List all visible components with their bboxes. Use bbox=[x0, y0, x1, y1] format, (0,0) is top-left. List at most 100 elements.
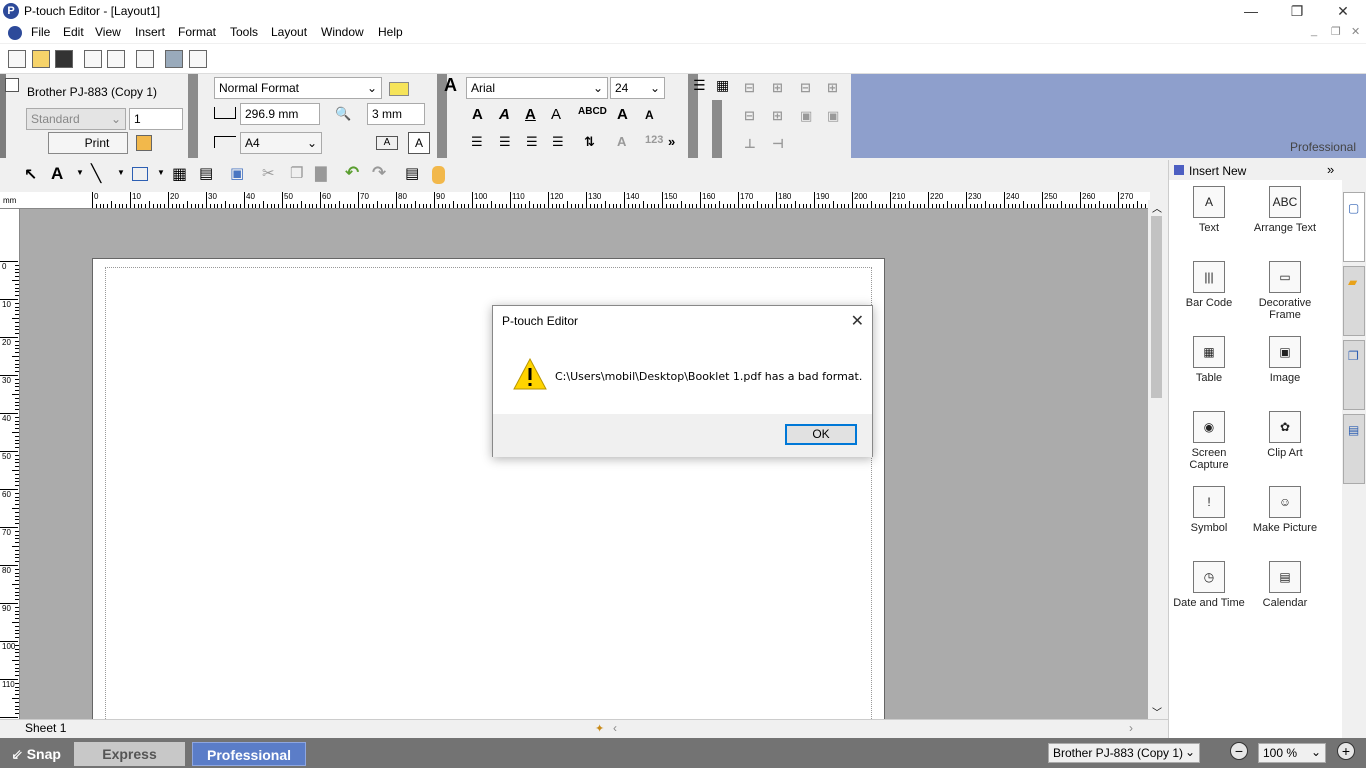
menu-window[interactable]: Window bbox=[321, 25, 364, 39]
align-icon-10[interactable]: ⊣ bbox=[772, 136, 784, 152]
insert-item-screen-capture[interactable]: ◉ Screen Capture bbox=[1171, 411, 1247, 471]
express-mode-button[interactable]: Express bbox=[74, 742, 185, 766]
scroll-thumb[interactable] bbox=[1151, 216, 1162, 398]
zoom-out-icon[interactable]: − bbox=[1230, 742, 1248, 760]
insert-item-table[interactable]: ▦ Table bbox=[1171, 336, 1247, 384]
align-icon-9[interactable]: ⊥ bbox=[744, 136, 756, 152]
close-button[interactable]: ✕ bbox=[1320, 0, 1366, 23]
quality-select[interactable]: Standard ⌄ bbox=[26, 108, 126, 130]
copy-icon[interactable]: ❐ bbox=[290, 164, 303, 182]
rectangle-tool-icon[interactable] bbox=[132, 167, 148, 181]
align-icon-6[interactable]: ⊞ bbox=[772, 108, 783, 124]
vertical-text-icon[interactable]: A bbox=[408, 132, 430, 154]
save-icon[interactable] bbox=[55, 50, 73, 68]
format-select[interactable]: Normal Format ⌄ bbox=[214, 77, 382, 99]
character-spacing-icon[interactable]: ABCD bbox=[578, 106, 607, 117]
insert-item-clip-art[interactable]: ✿ Clip Art bbox=[1247, 411, 1323, 459]
margin-field[interactable]: 3 mm bbox=[367, 103, 425, 125]
align-icon-3[interactable]: ⊟ bbox=[800, 80, 811, 96]
insert-item-image[interactable]: ▣ Image bbox=[1247, 336, 1323, 384]
text-tool-icon[interactable]: A bbox=[51, 164, 63, 184]
transfer-icon[interactable] bbox=[189, 50, 207, 68]
layout-align-icon[interactable]: ▦ bbox=[716, 77, 729, 94]
minimize-button[interactable]: — bbox=[1228, 0, 1274, 23]
insert-item-date-and-time[interactable]: ◷ Date and Time bbox=[1171, 561, 1247, 609]
copies-field[interactable]: 1 bbox=[129, 108, 183, 130]
menu-tools[interactable]: Tools bbox=[230, 25, 258, 39]
align-icon-4[interactable]: ⊞ bbox=[827, 80, 838, 96]
cut-icon[interactable]: ✂ bbox=[262, 164, 275, 182]
paper-size-select[interactable]: A4 ⌄ bbox=[240, 132, 322, 154]
insert-item-calendar[interactable]: ▤ Calendar bbox=[1247, 561, 1323, 609]
underline-icon[interactable]: A bbox=[525, 106, 536, 123]
image-tool-icon[interactable]: ▣ bbox=[230, 164, 244, 182]
outline-icon[interactable]: A bbox=[551, 106, 561, 123]
mdi-restore-icon[interactable]: ❐ bbox=[1331, 25, 1341, 38]
paste-icon[interactable]: ▇ bbox=[315, 164, 327, 182]
label-color-icon[interactable] bbox=[389, 82, 409, 96]
dialog-close-button[interactable]: ✕ bbox=[851, 311, 864, 331]
line-tool-icon[interactable]: ╲ bbox=[91, 164, 101, 184]
scroll-up-icon[interactable]: ︿ bbox=[1152, 200, 1162, 215]
align-right-icon[interactable]: ☰ bbox=[526, 134, 538, 150]
align-icon-1[interactable]: ⊟ bbox=[744, 80, 755, 96]
shrink-font-icon[interactable]: A bbox=[645, 108, 654, 122]
menu-edit[interactable]: Edit bbox=[63, 25, 84, 39]
font-select[interactable]: Arial ⌄ bbox=[466, 77, 608, 99]
mdi-close-icon[interactable]: ✕ bbox=[1351, 25, 1360, 38]
insert-item-make-picture[interactable]: ☺ Make Picture bbox=[1247, 486, 1323, 534]
scroll-left-icon[interactable]: ‹ bbox=[613, 721, 617, 735]
new-sheet-icon[interactable]: ✦ bbox=[595, 722, 604, 735]
text-rotate-icon[interactable]: A bbox=[617, 134, 626, 149]
align-center-icon[interactable]: ☰ bbox=[499, 134, 511, 150]
vertical-align-icon[interactable]: ⇅ bbox=[584, 134, 595, 150]
align-icon-2[interactable]: ⊞ bbox=[772, 80, 783, 96]
new-layout-icon[interactable] bbox=[8, 50, 26, 68]
database-icon[interactable] bbox=[165, 50, 183, 68]
collapse-panel-icon[interactable]: » bbox=[1327, 162, 1334, 177]
length-field[interactable]: 296.9 mm bbox=[240, 103, 320, 125]
auto-length-icon[interactable]: 🔍 bbox=[335, 106, 355, 122]
restore-button[interactable]: ❐ bbox=[1274, 0, 1320, 23]
menu-help[interactable]: Help bbox=[378, 25, 403, 39]
text-frame-icon[interactable]: A bbox=[376, 136, 398, 150]
undo-icon[interactable]: ↶ bbox=[345, 163, 359, 183]
menu-file[interactable]: File bbox=[31, 25, 50, 39]
enlarge-font-icon[interactable]: A bbox=[617, 106, 628, 123]
database-tool-icon[interactable] bbox=[432, 166, 445, 184]
align-icon-8[interactable]: ▣ bbox=[827, 108, 839, 124]
professional-mode-button[interactable]: Professional bbox=[192, 742, 306, 766]
insert-item-text[interactable]: A Text bbox=[1171, 186, 1247, 234]
print-icon[interactable] bbox=[84, 50, 102, 68]
scroll-right-icon[interactable]: › bbox=[1129, 721, 1133, 735]
spell-check-icon[interactable] bbox=[136, 50, 154, 68]
insert-item-bar-code[interactable]: ||| Bar Code bbox=[1171, 261, 1247, 309]
number-format-icon[interactable]: 123 bbox=[645, 134, 663, 146]
print-preview-icon[interactable] bbox=[107, 50, 125, 68]
chevron-down-icon[interactable]: ▼ bbox=[117, 168, 125, 177]
snap-button[interactable]: ⇙ Snap bbox=[4, 742, 68, 766]
table-tool-icon[interactable]: ▦ bbox=[172, 164, 187, 184]
bold-icon[interactable]: A bbox=[472, 106, 483, 123]
more-options-icon[interactable]: » bbox=[668, 134, 675, 149]
layout-canvas[interactable] bbox=[20, 209, 1148, 719]
insert-item-decorative-frame[interactable]: ▭ Decorative Frame bbox=[1247, 261, 1323, 321]
side-tab-objects[interactable]: ❐ bbox=[1343, 340, 1365, 410]
side-tab-properties[interactable]: ▤ bbox=[1343, 414, 1365, 484]
chevron-down-icon[interactable]: ▼ bbox=[157, 168, 165, 177]
insert-item-symbol[interactable]: ! Symbol bbox=[1171, 486, 1247, 534]
menu-layout[interactable]: Layout bbox=[271, 25, 307, 39]
menu-insert[interactable]: Insert bbox=[135, 25, 165, 39]
printer-select[interactable]: Brother PJ-883 (Copy 1) ⌄ bbox=[1048, 743, 1200, 763]
print-options-icon[interactable] bbox=[136, 135, 152, 151]
vertical-scrollbar[interactable]: ︿ ﹀ bbox=[1148, 200, 1166, 720]
justify-icon[interactable]: ☰ bbox=[552, 134, 564, 150]
menu-view[interactable]: View bbox=[95, 25, 121, 39]
font-size-select[interactable]: 24 ⌄ bbox=[610, 77, 665, 99]
chevron-down-icon[interactable]: ▼ bbox=[76, 168, 84, 177]
italic-icon[interactable]: A bbox=[499, 106, 510, 123]
print-button[interactable]: Print bbox=[48, 132, 128, 154]
align-left-icon[interactable]: ☰ bbox=[471, 134, 483, 150]
open-icon[interactable] bbox=[32, 50, 50, 68]
insert-item-arrange-text[interactable]: ABC Arrange Text bbox=[1247, 186, 1323, 234]
